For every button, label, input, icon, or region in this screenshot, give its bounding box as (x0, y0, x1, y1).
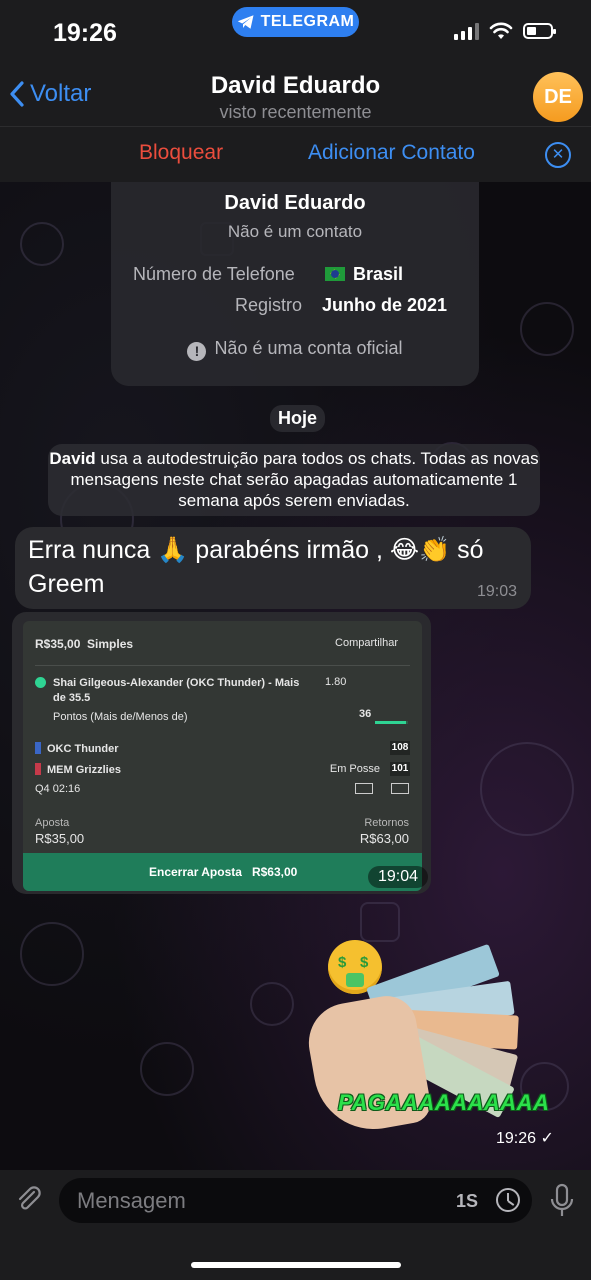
hand-icon (302, 991, 434, 1139)
message-text: Erra nunca 🙏 parabéns irmão , 😂👏 só Gree… (28, 536, 484, 598)
contact-info-card: David Eduardo Não é um contato Número de… (111, 182, 479, 386)
add-contact-button[interactable]: Adicionar Contato (308, 141, 475, 165)
last-seen-status: visto recentemente (219, 102, 372, 122)
message-bubble[interactable]: Erra nunca 🙏 parabéns irmão , 😂👏 só Gree… (15, 527, 531, 609)
wifi-icon (489, 22, 513, 39)
info-card-name: David Eduardo (224, 192, 366, 214)
auto-delete-service-message: David usa a autodestruição para todos os… (48, 444, 540, 516)
bet-market: Pontos (Mais de/Menos de) (53, 711, 188, 723)
returns-value: R$63,00 (359, 831, 409, 846)
info-card-phone-label: Número de Telefone (133, 264, 295, 284)
date-separator: Hoje (270, 405, 326, 432)
pitch-icon (391, 783, 409, 794)
info-card-registration-value: Junho de 2021 (322, 295, 448, 315)
brazil-flag-icon (325, 267, 345, 281)
progress-value: 36 (359, 708, 372, 720)
info-card-phone-value: Brasil (325, 264, 403, 285)
bet-odds: 1.80 (325, 676, 347, 688)
chat-header: Voltar David Eduardo visto recentemente … (0, 66, 591, 126)
bet-stake-header: R$35,00 Simples (35, 637, 134, 651)
stake-label: Aposta (35, 817, 70, 829)
message-time: 19:03 (476, 583, 517, 600)
info-card-status: Não é um contato (227, 222, 363, 241)
stake-value: R$35,00 (35, 831, 85, 846)
chat-title: David Eduardo (210, 72, 381, 99)
battery-icon (523, 23, 556, 39)
status-bar: 19:26 TELEGRAM (0, 0, 591, 66)
warning-icon: ! (187, 342, 207, 361)
team2-score: 101 (390, 762, 410, 776)
progress-fill (375, 721, 407, 724)
contact-action-bar: Bloquear Adicionar Contato ✕ (0, 126, 591, 183)
chat-title-block[interactable]: David Eduardo visto recentemente (0, 72, 591, 123)
possession-label: Em Posse (329, 763, 380, 775)
game-clock: Q4 02:16 (35, 783, 81, 795)
timer-icon[interactable] (496, 1188, 520, 1212)
status-icons (454, 22, 556, 40)
photo-message[interactable]: R$35,00 Simples Compartilhar Shai Gilgeo… (12, 612, 431, 894)
telegram-icon (237, 15, 254, 29)
team2-row: MEM Grizzlies (35, 763, 121, 776)
team1-score: 108 (390, 741, 410, 755)
close-icon[interactable]: ✕ (545, 142, 571, 168)
telegram-pill[interactable]: TELEGRAM (232, 7, 359, 37)
clock: 19:26 (53, 19, 117, 47)
home-indicator[interactable] (191, 1262, 401, 1268)
message-placeholder: Mensagem (77, 1188, 186, 1213)
avatar[interactable]: DE (533, 72, 583, 122)
microphone-icon[interactable] (549, 1183, 575, 1219)
service-message-name: David (49, 449, 96, 468)
auto-delete-timer-label[interactable]: 1S (456, 1191, 478, 1212)
team1-jersey-icon (35, 742, 41, 754)
cashout-bar: Encerrar Aposta R$63,00 (23, 853, 422, 891)
bet-share: Compartilhar (335, 637, 398, 649)
sticker-time: 19:26 ✓ (496, 1130, 554, 1147)
read-check-icon: ✓ (540, 1130, 554, 1147)
signal-icon (454, 22, 479, 40)
official-account-warning: ! Não é uma conta oficial (111, 338, 479, 361)
bet-selection: Shai Gilgeous-Alexander (OKC Thunder) - … (53, 677, 300, 704)
photo-time: 19:04 (367, 866, 428, 888)
block-button[interactable]: Bloquear (139, 141, 223, 165)
team2-jersey-icon (35, 763, 41, 775)
video-icon (355, 783, 373, 794)
selection-check-icon (35, 677, 46, 691)
cashout-text: Encerrar Aposta R$63,00 (149, 865, 298, 879)
bet-slip-image: R$35,00 Simples Compartilhar Shai Gilgeo… (23, 621, 422, 891)
divider (35, 665, 410, 666)
sticker-caption: PAGAAAAAAAAAA (338, 1090, 550, 1115)
money-sticker[interactable]: $ $ PAGAAAAAAAAAA (302, 930, 549, 1152)
telegram-pill-label: TELEGRAM (260, 13, 355, 30)
service-message-text: usa a autodestruição para todos os chats… (70, 449, 539, 510)
team1-row: OKC Thunder (35, 742, 119, 755)
returns-label: Retornos (364, 817, 409, 829)
paperclip-icon[interactable] (14, 1184, 44, 1214)
message-input[interactable]: Mensagem 1S (59, 1178, 532, 1223)
info-card-registration-label: Registro (235, 295, 303, 315)
